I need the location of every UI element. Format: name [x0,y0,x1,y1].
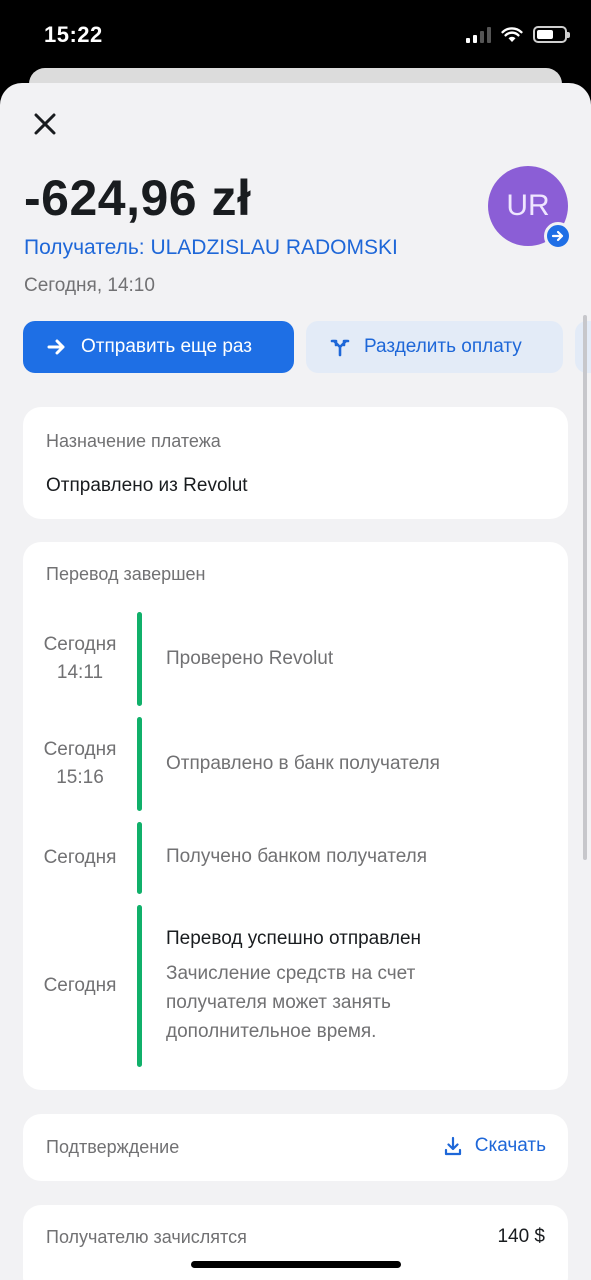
avatar-badge [544,222,572,250]
timeline-step-day: Сегодня [43,634,117,655]
payment-purpose-label: Назначение платежа [46,431,221,451]
timeline-step: Сегодня Получено банком получателя [23,822,568,894]
timeline-step-clock: 14:11 [56,662,104,683]
timeline-step-text: Зачисление средств на счет получателя мо… [166,963,416,1042]
timeline-step-day: Сегодня [43,847,117,868]
recipient-link[interactable]: Получатель: ULADZISLAU RADOMSKI [24,236,398,260]
confirmation-label: Подтверждение [46,1137,180,1157]
credit-label: Получателю зачислятся [46,1227,247,1247]
confirmation-card: Подтверждение Скачать [23,1114,568,1181]
transaction-date: Сегодня, 14:10 [24,275,155,296]
timeline-step-text: Отправлено в банк получателя [166,753,440,774]
timeline-progress-bar [137,905,142,1067]
transaction-sheet: -624,96 zł Получатель: ULADZISLAU RADOMS… [0,83,591,1280]
download-label: Скачать [474,1135,546,1156]
send-again-label: Отправить еще раз [81,336,252,357]
timeline-step: Сегодня 14:11 Проверено Revolut [23,612,568,706]
timeline-progress-bar [137,717,142,811]
battery-icon [533,26,570,43]
cellular-signal-icon [466,26,491,43]
credit-value: 140 $ [497,1226,545,1247]
scrollbar[interactable] [583,315,587,860]
status-icons [466,26,570,43]
download-button[interactable]: Скачать [443,1135,546,1157]
credit-amount-card: Получателю зачислятся 140 $ [23,1205,568,1280]
timeline-step-text: Проверено Revolut [166,648,334,669]
wifi-icon [501,26,523,42]
timeline-step-time: Сегодня 14:11 [23,631,137,687]
timeline-step-time: Сегодня [23,844,137,872]
payment-purpose-value: Отправлено из Revolut [46,475,248,496]
transaction-amount: -624,96 zł [24,170,252,226]
close-button[interactable] [30,109,60,139]
arrow-right-icon [47,339,65,355]
status-bar: 15:22 [0,0,591,70]
timeline-progress-bar [137,822,142,894]
timeline-step-day: Сегодня [43,975,117,996]
payment-purpose-card: Назначение платежа Отправлено из Revolut [23,407,568,519]
timeline-title: Перевод завершен [46,564,206,584]
timeline-step: Сегодня 15:16 Отправлено в банк получате… [23,717,568,811]
timeline-step-text: Получено банком получателя [166,846,428,867]
action-buttons: Отправить еще раз Разделить оплату [23,321,591,373]
home-indicator[interactable] [191,1261,401,1268]
timeline-step-day: Сегодня [43,739,117,760]
status-time: 15:22 [44,22,103,47]
split-icon [330,339,350,357]
avatar-initials: UR [506,189,550,222]
timeline-step-time: Сегодня [23,972,137,1000]
send-again-button[interactable]: Отправить еще раз [23,321,294,373]
timeline-step-clock: 15:16 [56,767,104,788]
timeline-step: Сегодня Перевод успешно отправлен Зачисл… [23,905,568,1067]
split-payment-label: Разделить оплату [364,336,522,357]
split-payment-button[interactable]: Разделить оплату [306,321,563,373]
timeline-progress-bar [137,612,142,706]
download-icon [444,1136,461,1156]
transfer-timeline-card: Перевод завершен Сегодня 14:11 Проверено… [23,542,568,1090]
close-icon [34,113,56,135]
timeline-step-title: Перевод успешно отправлен [166,928,422,949]
chevron-right-badge-icon [551,230,564,242]
timeline-step-time: Сегодня 15:16 [23,736,137,792]
